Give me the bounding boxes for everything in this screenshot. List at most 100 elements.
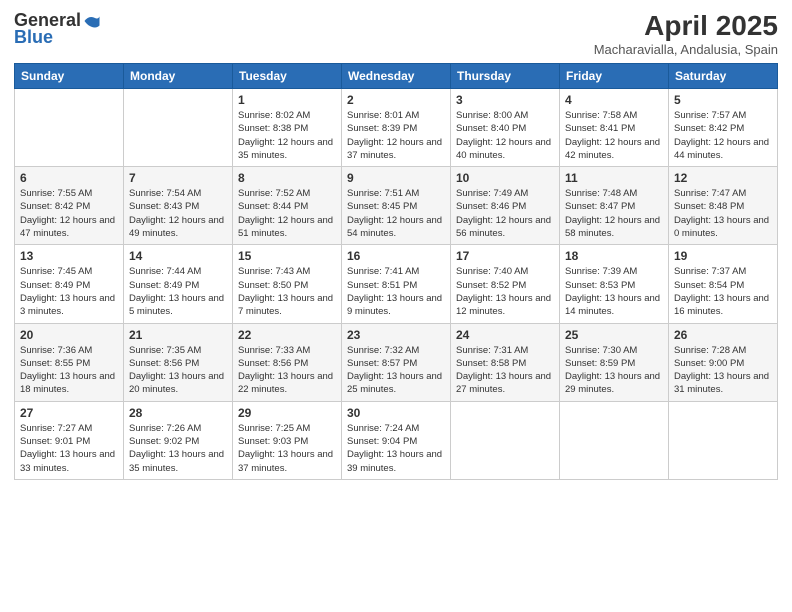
day-number: 17 (456, 249, 554, 263)
table-cell: 13 Sunrise: 7:45 AM Sunset: 8:49 PM Dayli… (15, 245, 124, 323)
table-cell: 20Sunrise: 7:36 AM Sunset: 8:55 PM Dayli… (15, 323, 124, 401)
day-number: 6 (20, 171, 118, 185)
day-info: Sunrise: 7:26 AM Sunset: 9:02 PM Dayligh… (129, 422, 227, 475)
col-thursday: Thursday (451, 64, 560, 89)
day-number: 23 (347, 328, 445, 342)
calendar-week-row: 1 Sunrise: 8:02 AM Sunset: 8:38 PM Daylig… (15, 89, 778, 167)
day-info: Sunrise: 7:32 AM Sunset: 8:57 PM Dayligh… (347, 344, 445, 397)
table-cell: 5 Sunrise: 7:57 AM Sunset: 8:42 PM Daylig… (669, 89, 778, 167)
day-number: 19 (674, 249, 772, 263)
table-cell (669, 401, 778, 479)
day-info: Sunrise: 7:27 AM Sunset: 9:01 PM Dayligh… (20, 422, 118, 475)
calendar: Sunday Monday Tuesday Wednesday Thursday… (14, 63, 778, 480)
day-info: Sunrise: 7:57 AM Sunset: 8:42 PM Dayligh… (674, 109, 772, 162)
table-cell: 10 Sunrise: 7:49 AM Sunset: 8:46 PM Dayli… (451, 167, 560, 245)
table-cell: 27 Sunrise: 7:27 AM Sunset: 9:01 PM Dayli… (15, 401, 124, 479)
header: General Blue April 2025 Macharavialla, A… (14, 10, 778, 57)
day-info: Sunrise: 7:43 AM Sunset: 8:50 PM Dayligh… (238, 265, 336, 318)
day-number: 2 (347, 93, 445, 107)
main-title: April 2025 (594, 10, 778, 42)
day-number: 8 (238, 171, 336, 185)
day-info: Sunrise: 7:54 AM Sunset: 8:43 PM Dayligh… (129, 187, 227, 240)
day-info: Sunrise: 8:01 AM Sunset: 8:39 PM Dayligh… (347, 109, 445, 162)
logo-blue: Blue (14, 27, 53, 48)
day-number: 26 (674, 328, 772, 342)
col-wednesday: Wednesday (342, 64, 451, 89)
day-number: 29 (238, 406, 336, 420)
col-friday: Friday (560, 64, 669, 89)
table-cell: 9 Sunrise: 7:51 AM Sunset: 8:45 PM Daylig… (342, 167, 451, 245)
day-info: Sunrise: 7:35 AM Sunset: 8:56 PM Dayligh… (129, 344, 227, 397)
day-number: 22 (238, 328, 336, 342)
day-number: 1 (238, 93, 336, 107)
table-cell: 11Sunrise: 7:48 AM Sunset: 8:47 PM Dayli… (560, 167, 669, 245)
day-info: Sunrise: 7:36 AM Sunset: 8:55 PM Dayligh… (20, 344, 118, 397)
table-cell: 29 Sunrise: 7:25 AM Sunset: 9:03 PM Dayli… (233, 401, 342, 479)
day-number: 10 (456, 171, 554, 185)
subtitle: Macharavialla, Andalusia, Spain (594, 42, 778, 57)
logo-icon (83, 12, 101, 30)
day-number: 13 (20, 249, 118, 263)
calendar-week-row: 6 Sunrise: 7:55 AM Sunset: 8:42 PM Daylig… (15, 167, 778, 245)
table-cell: 17 Sunrise: 7:40 AM Sunset: 8:52 PM Dayli… (451, 245, 560, 323)
day-info: Sunrise: 7:44 AM Sunset: 8:49 PM Dayligh… (129, 265, 227, 318)
page: General Blue April 2025 Macharavialla, A… (0, 0, 792, 612)
day-number: 12 (674, 171, 772, 185)
day-info: Sunrise: 7:48 AM Sunset: 8:47 PM Dayligh… (565, 187, 663, 240)
day-info: Sunrise: 7:28 AM Sunset: 9:00 PM Dayligh… (674, 344, 772, 397)
table-cell: 15 Sunrise: 7:43 AM Sunset: 8:50 PM Dayli… (233, 245, 342, 323)
table-cell: 23 Sunrise: 7:32 AM Sunset: 8:57 PM Dayli… (342, 323, 451, 401)
day-info: Sunrise: 7:51 AM Sunset: 8:45 PM Dayligh… (347, 187, 445, 240)
day-number: 21 (129, 328, 227, 342)
table-cell: 12 Sunrise: 7:47 AM Sunset: 8:48 PM Dayli… (669, 167, 778, 245)
day-number: 3 (456, 93, 554, 107)
day-info: Sunrise: 7:30 AM Sunset: 8:59 PM Dayligh… (565, 344, 663, 397)
day-info: Sunrise: 7:58 AM Sunset: 8:41 PM Dayligh… (565, 109, 663, 162)
table-cell: 21 Sunrise: 7:35 AM Sunset: 8:56 PM Dayli… (124, 323, 233, 401)
day-number: 9 (347, 171, 445, 185)
table-cell: 30Sunrise: 7:24 AM Sunset: 9:04 PM Dayli… (342, 401, 451, 479)
day-info: Sunrise: 7:47 AM Sunset: 8:48 PM Dayligh… (674, 187, 772, 240)
day-number: 30 (347, 406, 445, 420)
table-cell: 7 Sunrise: 7:54 AM Sunset: 8:43 PM Daylig… (124, 167, 233, 245)
table-cell: 24Sunrise: 7:31 AM Sunset: 8:58 PM Dayli… (451, 323, 560, 401)
title-block: April 2025 Macharavialla, Andalusia, Spa… (594, 10, 778, 57)
day-number: 14 (129, 249, 227, 263)
day-info: Sunrise: 7:37 AM Sunset: 8:54 PM Dayligh… (674, 265, 772, 318)
day-number: 27 (20, 406, 118, 420)
col-saturday: Saturday (669, 64, 778, 89)
table-cell (15, 89, 124, 167)
table-cell: 3 Sunrise: 8:00 AM Sunset: 8:40 PM Daylig… (451, 89, 560, 167)
day-number: 5 (674, 93, 772, 107)
day-info: Sunrise: 7:39 AM Sunset: 8:53 PM Dayligh… (565, 265, 663, 318)
day-info: Sunrise: 8:02 AM Sunset: 8:38 PM Dayligh… (238, 109, 336, 162)
table-cell: 22 Sunrise: 7:33 AM Sunset: 8:56 PM Dayli… (233, 323, 342, 401)
day-number: 15 (238, 249, 336, 263)
day-info: Sunrise: 7:33 AM Sunset: 8:56 PM Dayligh… (238, 344, 336, 397)
table-cell: 6 Sunrise: 7:55 AM Sunset: 8:42 PM Daylig… (15, 167, 124, 245)
table-cell: 14 Sunrise: 7:44 AM Sunset: 8:49 PM Dayli… (124, 245, 233, 323)
table-cell: 8 Sunrise: 7:52 AM Sunset: 8:44 PM Daylig… (233, 167, 342, 245)
day-info: Sunrise: 7:52 AM Sunset: 8:44 PM Dayligh… (238, 187, 336, 240)
col-tuesday: Tuesday (233, 64, 342, 89)
table-cell: 16Sunrise: 7:41 AM Sunset: 8:51 PM Dayli… (342, 245, 451, 323)
day-info: Sunrise: 7:55 AM Sunset: 8:42 PM Dayligh… (20, 187, 118, 240)
day-info: Sunrise: 7:25 AM Sunset: 9:03 PM Dayligh… (238, 422, 336, 475)
day-number: 28 (129, 406, 227, 420)
table-cell (560, 401, 669, 479)
day-number: 24 (456, 328, 554, 342)
calendar-header-row: Sunday Monday Tuesday Wednesday Thursday… (15, 64, 778, 89)
day-number: 7 (129, 171, 227, 185)
day-info: Sunrise: 8:00 AM Sunset: 8:40 PM Dayligh… (456, 109, 554, 162)
col-monday: Monday (124, 64, 233, 89)
col-sunday: Sunday (15, 64, 124, 89)
day-info: Sunrise: 7:45 AM Sunset: 8:49 PM Dayligh… (20, 265, 118, 318)
calendar-week-row: 27 Sunrise: 7:27 AM Sunset: 9:01 PM Dayli… (15, 401, 778, 479)
day-number: 4 (565, 93, 663, 107)
calendar-week-row: 13 Sunrise: 7:45 AM Sunset: 8:49 PM Dayli… (15, 245, 778, 323)
table-cell: 25Sunrise: 7:30 AM Sunset: 8:59 PM Dayli… (560, 323, 669, 401)
day-info: Sunrise: 7:49 AM Sunset: 8:46 PM Dayligh… (456, 187, 554, 240)
table-cell: 19 Sunrise: 7:37 AM Sunset: 8:54 PM Dayli… (669, 245, 778, 323)
table-cell: 4 Sunrise: 7:58 AM Sunset: 8:41 PM Daylig… (560, 89, 669, 167)
day-info: Sunrise: 7:40 AM Sunset: 8:52 PM Dayligh… (456, 265, 554, 318)
